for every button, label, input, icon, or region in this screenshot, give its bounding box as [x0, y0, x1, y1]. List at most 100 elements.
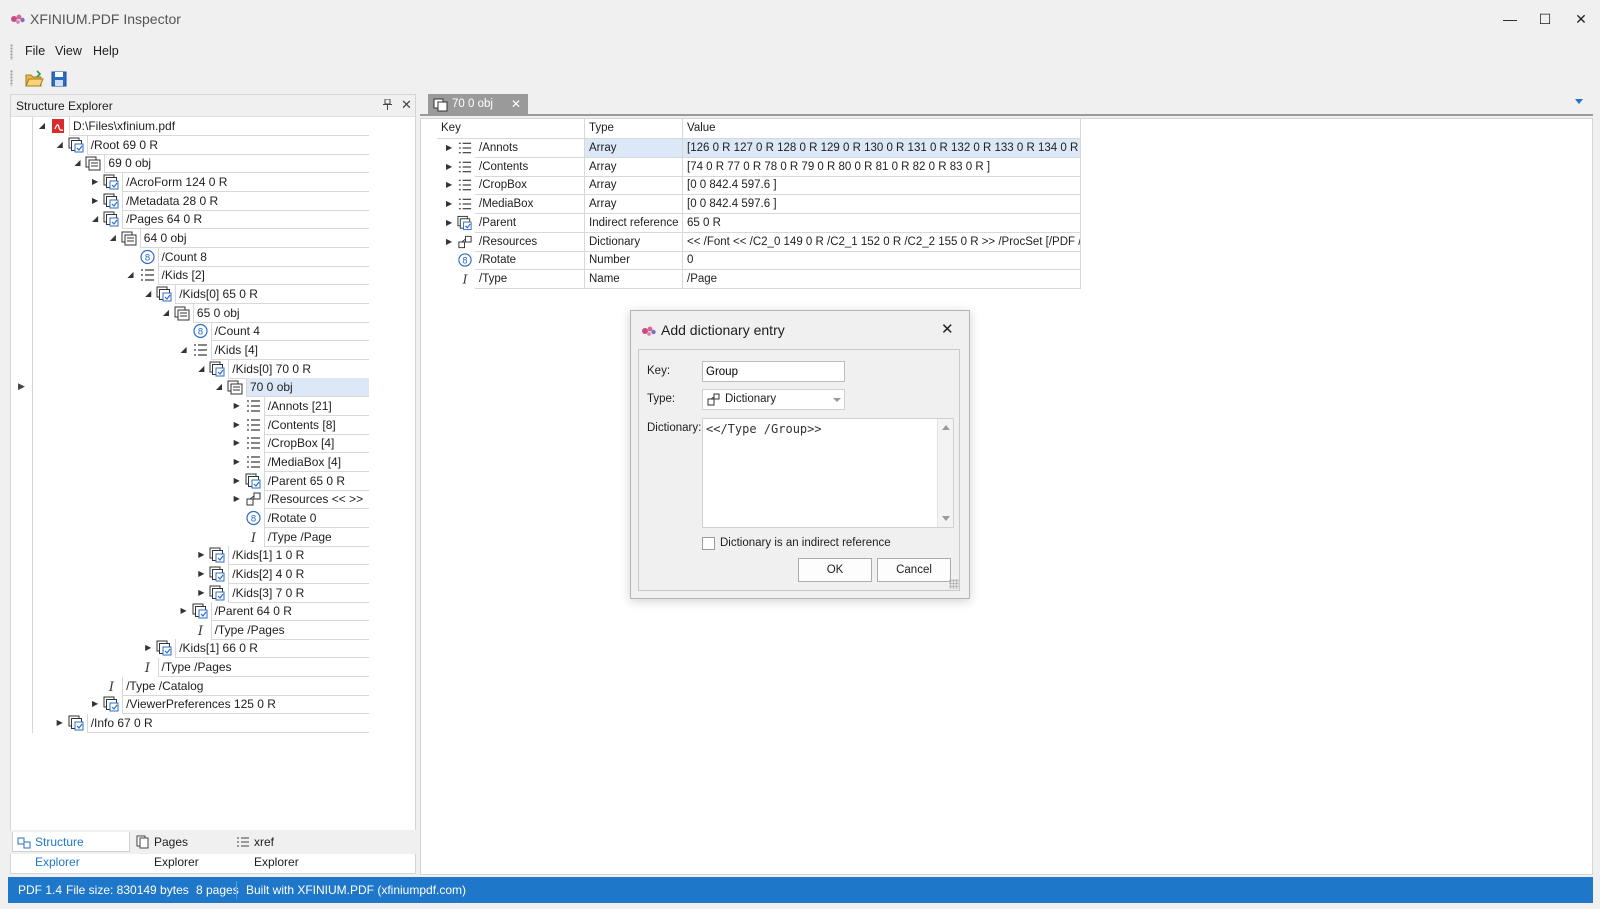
tree-node-cell[interactable]: /Count 8 — [157, 247, 369, 267]
expand-icon[interactable]: ▶ — [232, 457, 242, 467]
tree-node-cell[interactable]: 69 0 obj — [104, 154, 369, 174]
tree-node[interactable]: ◢ /Kids [2] — [33, 266, 373, 286]
grid-cell-value[interactable]: 65 0 R — [683, 213, 1081, 233]
dictionary-textarea[interactable]: <</Type /Group>> — [702, 418, 954, 528]
collapse-icon[interactable]: ◢ — [55, 140, 65, 150]
tree-node-cell[interactable]: 64 0 obj — [139, 228, 369, 248]
tree-node-cell[interactable]: /Annots [21] — [263, 396, 369, 416]
dialog-close-button[interactable]: ✕ — [941, 320, 954, 338]
tab-list-dropdown-icon[interactable] — [1575, 99, 1583, 104]
tree-node-cell[interactable]: 65 0 obj — [192, 303, 369, 323]
grid-cell-key[interactable]: /MediaBox — [475, 195, 585, 215]
expand-icon[interactable]: ▶ — [196, 569, 206, 579]
grid-cell-type[interactable]: Array — [585, 195, 683, 215]
column-header-type[interactable]: Type — [585, 119, 683, 139]
expand-icon[interactable]: ▶ — [446, 143, 452, 152]
grid-cell-type[interactable]: Indirect reference — [585, 213, 683, 233]
collapse-icon[interactable]: ◢ — [37, 121, 47, 131]
tree-node-cell[interactable]: /ViewerPreferences 125 0 R — [122, 695, 369, 715]
tree-node[interactable]: ◢ 64 0 obj — [33, 228, 373, 248]
grid-cell-key[interactable]: /Annots — [475, 139, 585, 158]
tree-node[interactable]: I/Type /Page — [33, 527, 373, 547]
minimize-button[interactable]: — — [1495, 8, 1525, 30]
grid-cell-value[interactable]: /Page — [683, 269, 1081, 289]
tree-node-cell[interactable]: /Kids[0] 70 0 R — [228, 359, 369, 379]
grid-row[interactable]: ▶ /MediaBox Array [0 0 842.4 597.6 ] — [421, 195, 1081, 215]
tree-node-cell[interactable]: /MediaBox [4] — [263, 452, 369, 472]
cancel-button[interactable]: Cancel — [877, 558, 951, 582]
grid-row[interactable]: ▶ /CropBox Array [0 0 842.4 597.6 ] — [421, 176, 1081, 196]
close-tab-button[interactable]: ✕ — [511, 97, 521, 111]
tree-node[interactable]: I/Type /Pages — [33, 620, 373, 640]
tree-node-cell[interactable]: /Kids[1] 1 0 R — [228, 546, 369, 566]
grid-cell-type[interactable]: Array — [585, 139, 683, 158]
ok-button[interactable]: OK — [798, 558, 872, 582]
tree-node-cell[interactable]: /Count 4 — [210, 322, 369, 342]
tree-node-cell[interactable]: /Parent 65 0 R — [263, 471, 369, 491]
tab-xref-explorer[interactable]: xref Explorer — [232, 832, 322, 869]
tree-node-cell[interactable]: /Type /Pages — [157, 658, 369, 678]
expand-icon[interactable]: ▶ — [446, 162, 452, 171]
tree-node-cell[interactable]: /Type /Catalog — [122, 676, 369, 696]
indirect-reference-checkbox[interactable] — [702, 537, 715, 550]
expand-icon[interactable]: ▶ — [446, 199, 452, 208]
expand-icon[interactable]: ▶ — [90, 196, 100, 206]
collapse-icon[interactable]: ◢ — [72, 158, 82, 168]
grid-cell-key[interactable]: /Parent — [475, 213, 585, 233]
expand-icon[interactable]: ▶ — [232, 476, 242, 486]
tree-node[interactable]: ◢ /Kids [4] — [33, 340, 373, 360]
tree-node[interactable]: ▶ /Kids[1] 66 0 R — [33, 639, 373, 659]
tree-node-cell[interactable]: /Metadata 28 0 R — [122, 191, 369, 211]
tree-node-cell[interactable]: /Rotate 0 — [263, 508, 369, 528]
tree-node[interactable]: 8/Count 8 — [33, 247, 373, 267]
tree-node[interactable]: ▶ /ViewerPreferences 125 0 R — [33, 695, 373, 715]
collapse-icon[interactable]: ◢ — [108, 233, 118, 243]
tree-node[interactable]: ▶ /MediaBox [4] — [33, 452, 373, 472]
expand-icon[interactable]: ▶ — [55, 718, 65, 728]
tree-node[interactable]: ▶ /Resources << >> — [33, 490, 373, 510]
menu-view[interactable]: View — [55, 44, 82, 58]
expand-icon[interactable]: ▶ — [446, 180, 452, 189]
tab-structure-explorer[interactable]: Structure Explorer — [12, 832, 130, 869]
save-disk-icon[interactable] — [49, 69, 69, 89]
expand-icon[interactable]: ▶ — [196, 550, 206, 560]
tree-node-cell[interactable]: /Info 67 0 R — [86, 714, 369, 734]
tree-node-cell[interactable]: /Kids[1] 66 0 R — [175, 639, 369, 659]
expand-icon[interactable]: ▶ — [143, 643, 153, 653]
tree-node[interactable]: ▶ /Kids[2] 4 0 R — [33, 564, 373, 584]
tree-node[interactable]: I/Type /Catalog — [33, 676, 373, 696]
grid-cell-value[interactable]: << /Font << /C2_0 149 0 R /C2_1 152 0 R … — [683, 232, 1081, 252]
tree-node[interactable]: ▶ /Kids[1] 1 0 R — [33, 546, 373, 566]
grid-cell-value[interactable]: [126 0 R 127 0 R 128 0 R 129 0 R 130 0 R… — [683, 139, 1081, 158]
tree-node[interactable]: ◢ 70 0 obj — [33, 378, 373, 398]
collapse-icon[interactable]: ◢ — [196, 364, 206, 374]
tree-node-cell[interactable]: /Resources << >> — [263, 490, 369, 510]
expand-icon[interactable]: ▶ — [232, 494, 242, 504]
tree-node-cell[interactable]: D:\Files\xfinium.pdf — [69, 117, 369, 136]
grid-cell-value[interactable]: [0 0 842.4 597.6 ] — [683, 176, 1081, 196]
tree-node-cell[interactable]: /Type /Pages — [210, 620, 369, 640]
tree-node[interactable]: ◢ /Kids[0] 65 0 R — [33, 284, 373, 304]
structure-tree[interactable]: ◢ D:\Files\xfinium.pdf ◢ /Root 69 0 R ◢ 69 0 … — [11, 117, 415, 835]
menu-file[interactable]: File — [25, 44, 45, 58]
tree-node[interactable]: ▶ /Parent 64 0 R — [33, 602, 373, 622]
open-folder-icon[interactable] — [24, 69, 44, 89]
type-select[interactable]: Dictionary — [702, 389, 845, 410]
tree-node[interactable]: ▶ /Contents [8] — [33, 415, 373, 435]
close-window-button[interactable]: ✕ — [1566, 8, 1596, 30]
pin-icon[interactable] — [383, 99, 392, 110]
tree-node[interactable]: ◢ /Pages 64 0 R — [33, 210, 373, 230]
grid-cell-key[interactable]: /Resources — [475, 232, 585, 252]
tree-node[interactable]: 8/Count 4 — [33, 322, 373, 342]
tree-node-cell[interactable]: /AcroForm 124 0 R — [122, 172, 369, 192]
grid-cell-type[interactable]: Number — [585, 251, 683, 271]
expand-icon[interactable]: ▶ — [446, 218, 452, 227]
expand-icon[interactable]: ▶ — [232, 420, 242, 430]
grid-row[interactable]: 8/Rotate Number 0 — [421, 251, 1081, 271]
tree-node-cell[interactable]: /Pages 64 0 R — [122, 210, 369, 230]
expand-icon[interactable]: ▶ — [196, 588, 206, 598]
grid-cell-key[interactable]: /Rotate — [475, 251, 585, 271]
tree-node[interactable]: ◢ /Root 69 0 R — [33, 135, 373, 155]
close-panel-button[interactable]: ✕ — [401, 97, 412, 113]
grid-cell-type[interactable]: Array — [585, 157, 683, 177]
